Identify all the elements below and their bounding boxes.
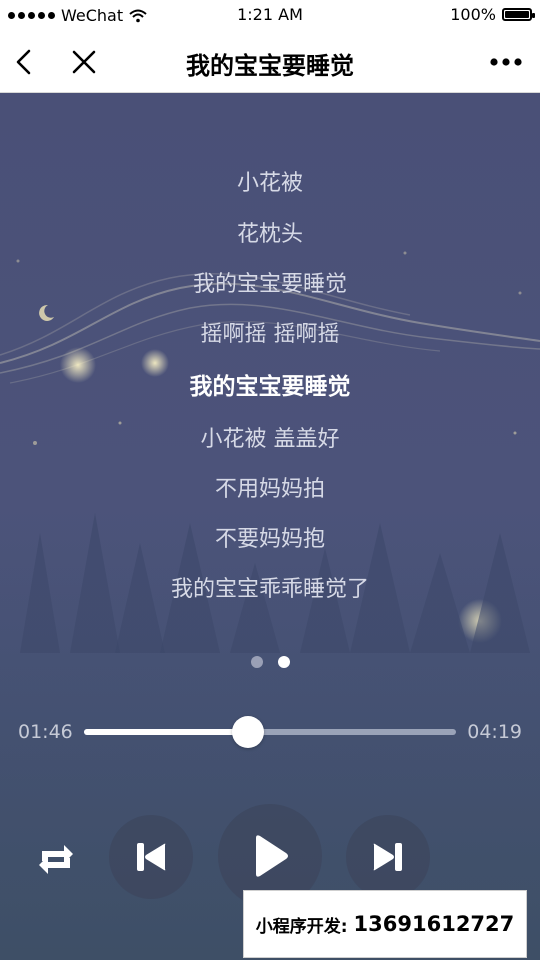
lyric-line: 我的宝宝乖乖睡觉了 — [170, 577, 369, 602]
previous-button[interactable] — [109, 815, 193, 899]
lyric-line: 不要妈妈抱 — [214, 527, 325, 552]
progress-fill — [84, 729, 248, 735]
next-track-icon — [373, 843, 402, 871]
page-dot-active[interactable] — [277, 656, 290, 668]
next-button[interactable] — [346, 815, 430, 899]
screen: WeChat 1:21 AM 100% 我的宝宝要睡觉 小花被 花枕头 我的宝宝… — [0, 0, 540, 960]
battery-percent: 100% — [450, 5, 496, 24]
more-button[interactable] — [486, 44, 526, 80]
repeat-button[interactable] — [32, 838, 80, 878]
contact-phone: 13691612727 — [353, 912, 515, 936]
lyric-line: 小花被 盖盖好 — [200, 427, 340, 452]
current-time: 01:46 — [18, 721, 73, 743]
lyric-line: 小花被 — [236, 171, 303, 196]
contact-label: 小程序开发: — [255, 916, 348, 937]
progress-thumb[interactable] — [231, 716, 264, 748]
page-title: 我的宝宝要睡觉 — [186, 52, 354, 80]
lyric-line-current: 我的宝宝要睡觉 — [189, 374, 351, 400]
status-bar: WeChat 1:21 AM 100% — [0, 0, 540, 30]
repeat-icon — [39, 845, 73, 874]
previous-track-icon — [137, 843, 166, 871]
progress-bar[interactable] — [84, 716, 456, 748]
page-indicator — [0, 656, 540, 668]
nav-bar: 我的宝宝要睡觉 — [0, 30, 540, 93]
player-panel: 小花被 花枕头 我的宝宝要睡觉 摇啊摇 摇啊摇 我的宝宝要睡觉 小花被 盖盖好 … — [0, 93, 540, 960]
lyric-line: 我的宝宝要睡觉 — [192, 272, 347, 297]
lyric-line: 摇啊摇 摇啊摇 — [200, 322, 340, 347]
status-right: 100% — [450, 5, 535, 24]
more-dots-icon — [490, 58, 522, 66]
lyric-line: 花枕头 — [236, 222, 303, 247]
battery-icon — [502, 8, 535, 21]
lyric-line: 不用妈妈拍 — [214, 477, 325, 502]
developer-contact-banner: 小程序开发: 13691612727 — [243, 890, 527, 958]
page-dot[interactable] — [250, 656, 263, 668]
play-icon — [256, 835, 288, 877]
total-time: 04:19 — [467, 721, 522, 743]
